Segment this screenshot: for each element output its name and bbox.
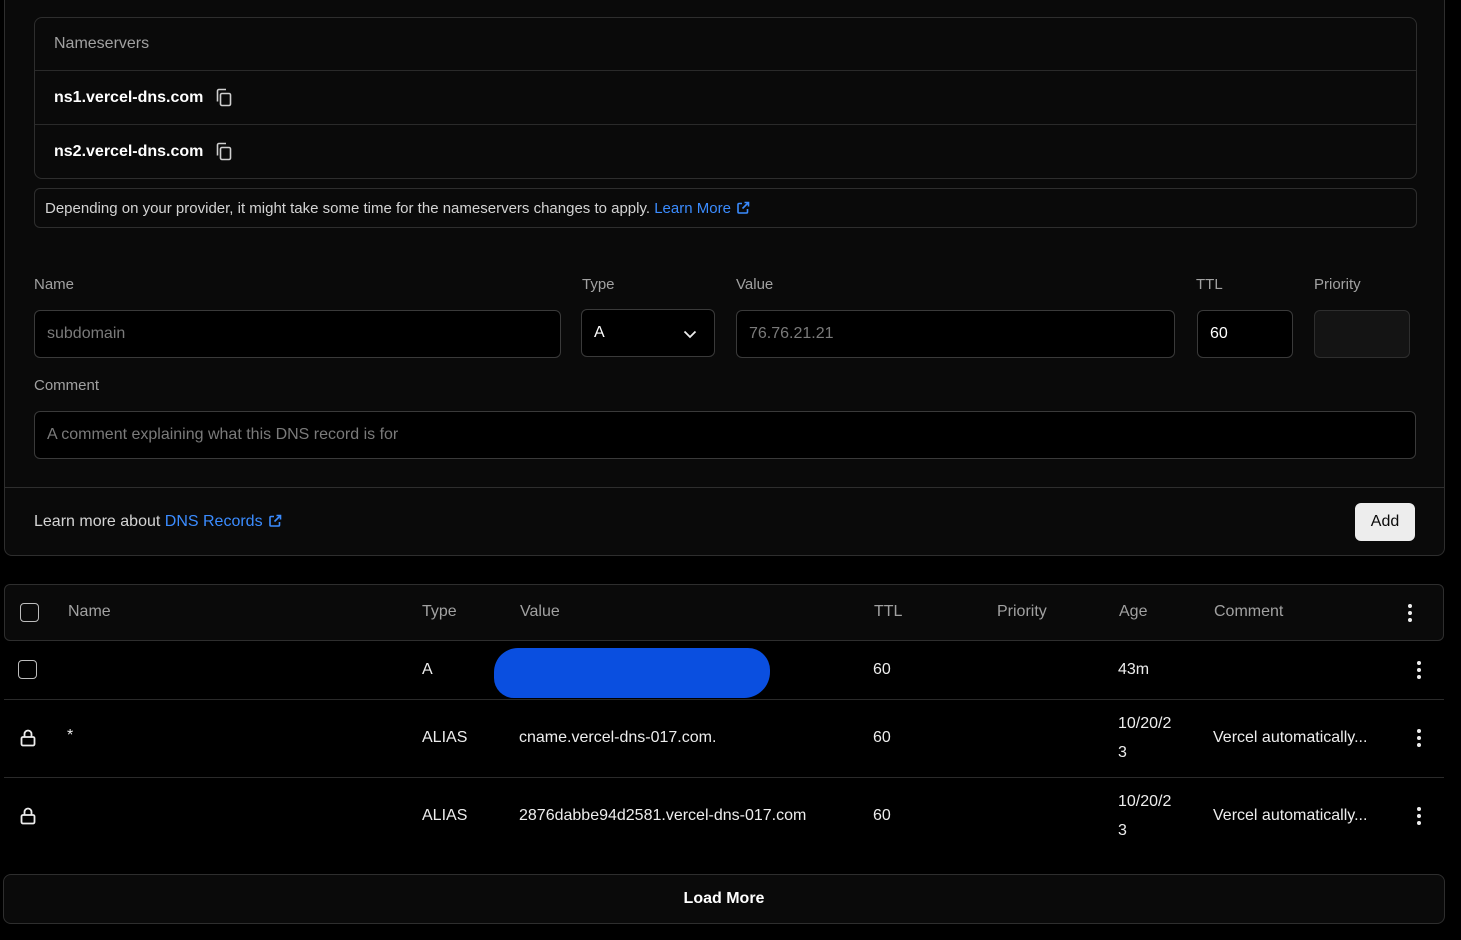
record-age: 10/20/23	[1118, 715, 1172, 761]
record-ttl: 60	[873, 729, 891, 746]
column-header-name[interactable]: Name	[68, 603, 111, 621]
column-header-value[interactable]: Value	[520, 603, 560, 621]
record-age: 10/20/23	[1118, 793, 1172, 839]
row-options-icon[interactable]	[1409, 726, 1429, 750]
lock-icon	[20, 807, 36, 825]
record-type: ALIAS	[422, 729, 468, 746]
nameserver-value: ns1.vercel-dns.com	[54, 88, 204, 106]
record-ttl: 60	[873, 661, 891, 678]
type-select-value: A	[594, 324, 605, 341]
records-table-header: Name Type Value TTL Priority Age Comment	[4, 584, 1444, 641]
add-record-button[interactable]: Add	[1355, 503, 1415, 541]
column-header-comment[interactable]: Comment	[1214, 603, 1283, 621]
nameserver-row-1: ns1.vercel-dns.com	[35, 71, 1416, 125]
record-type: A	[422, 661, 433, 678]
row-checkbox[interactable]	[18, 660, 37, 679]
external-link-icon	[737, 201, 750, 214]
record-value: cname.vercel-dns-017.com.	[519, 729, 717, 746]
nameserver-row-2: ns2.vercel-dns.com	[35, 125, 1416, 179]
notice-text: Depending on your provider, it might tak…	[45, 199, 651, 217]
redacted-value	[494, 648, 770, 698]
copy-icon[interactable]	[215, 142, 233, 162]
card-footer: Learn more about DNS Records Add	[5, 487, 1444, 556]
external-link-icon	[268, 514, 281, 527]
comment-input[interactable]: A comment explaining what this DNS recor…	[34, 411, 1416, 459]
type-select[interactable]: A	[581, 309, 715, 357]
more-options-icon[interactable]	[1400, 601, 1420, 625]
record-value: 2876dabbe94d2581.vercel-dns-017.com	[519, 807, 807, 824]
priority-label: Priority	[1314, 276, 1361, 293]
nameserver-value: ns2.vercel-dns.com	[54, 143, 204, 160]
value-input[interactable]: 76.76.21.21	[736, 310, 1175, 358]
load-more-button[interactable]: Load More	[3, 874, 1445, 924]
copy-icon[interactable]	[215, 88, 233, 108]
dns-records-label: DNS Records	[164, 513, 263, 530]
column-header-type[interactable]: Type	[422, 603, 457, 621]
ttl-label: TTL	[1196, 276, 1223, 293]
record-type: ALIAS	[422, 807, 468, 824]
ttl-input[interactable]: 60	[1197, 310, 1293, 358]
learn-more-link[interactable]: Learn More	[654, 200, 750, 217]
column-header-ttl[interactable]: TTL	[874, 603, 902, 621]
value-label: Value	[736, 276, 774, 293]
type-label: Type	[582, 276, 615, 293]
comment-label: Comment	[34, 377, 100, 394]
record-comment: Vercel automatically...	[1213, 807, 1368, 824]
nameservers-box: Nameservers ns1.vercel-dns.com ns2.verce…	[34, 17, 1417, 179]
table-row: ALIAS 2876dabbe94d2581.vercel-dns-017.co…	[4, 778, 1444, 856]
row-options-icon[interactable]	[1409, 804, 1429, 828]
column-header-age[interactable]: Age	[1119, 603, 1147, 621]
name-input[interactable]: subdomain	[34, 310, 561, 358]
lock-icon	[20, 729, 36, 747]
name-label: Name	[34, 276, 75, 293]
dns-records-link[interactable]: DNS Records	[165, 513, 282, 531]
record-name: *	[67, 727, 74, 744]
column-header-priority[interactable]: Priority	[997, 603, 1047, 621]
record-comment: Vercel automatically...	[1213, 729, 1368, 746]
dns-settings-card: Nameservers ns1.vercel-dns.com ns2.verce…	[4, 0, 1445, 556]
select-all-checkbox[interactable]	[20, 603, 39, 622]
priority-input	[1314, 310, 1410, 358]
chevron-down-icon	[683, 330, 697, 339]
propagation-notice: Depending on your provider, it might tak…	[34, 188, 1417, 228]
record-age: 43m	[1118, 661, 1150, 678]
table-row: * ALIAS cname.vercel-dns-017.com. 60 10/…	[4, 700, 1444, 778]
footer-text: Learn more about	[34, 513, 161, 530]
learn-more-label: Learn More	[654, 199, 731, 217]
row-options-icon[interactable]	[1409, 658, 1429, 682]
record-ttl: 60	[873, 807, 891, 824]
nameservers-heading: Nameservers	[35, 18, 1416, 71]
